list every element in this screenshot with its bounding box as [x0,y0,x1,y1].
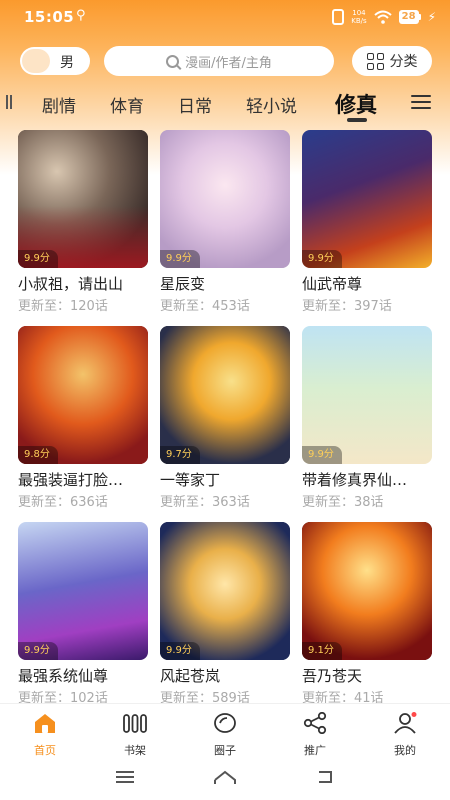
charging-icon: ⚡ [427,10,436,24]
rating-badge: 9.1分 [302,642,342,660]
comic-card[interactable]: 9.9分 小叔祖，请出山 更新至：120话 [18,130,148,316]
search-icon [166,54,180,68]
comic-title: 小叔祖，请出山 [18,275,124,293]
comic-title: 吾乃苍天 [302,667,363,685]
comic-title: 最强装逼打脸… [18,471,124,489]
circle-icon [214,713,236,733]
comic-update: 更新至：38话 [302,495,384,510]
tab-daily[interactable]: 日常 [178,92,212,117]
search-placeholder: 漫画/作者/主角 [185,55,272,71]
search-input[interactable]: 漫画/作者/主角 [104,46,334,76]
nav-bookshelf[interactable]: 书架 [105,712,165,757]
genre-tab-bar: 剧情 体育 日常 轻小说 修真 [0,86,450,122]
tab-light-novel[interactable]: 轻小说 [246,92,297,117]
tab-drama[interactable]: 剧情 [42,92,76,117]
comic-cover[interactable]: 9.8分 [18,326,148,464]
comic-card[interactable]: 9.9分 星辰变 更新至：453话 [160,130,290,316]
home-icon [35,714,55,733]
comic-title: 仙武帝尊 [302,275,363,293]
toggle-knob [22,49,50,73]
comic-card[interactable]: 9.9分 仙武帝尊 更新至：397话 [302,130,432,316]
comic-update: 更新至：363话 [160,495,250,510]
comic-cover[interactable]: 9.9分 [18,130,148,268]
wifi-icon [373,10,392,24]
nav-label: 圈子 [214,744,236,757]
comic-card[interactable]: 9.1分 吾乃苍天 更新至：41话 [302,522,432,708]
comic-title: 风起苍岚 [160,667,221,685]
nav-share[interactable]: 推广 [285,711,345,757]
nav-label: 首页 [34,744,56,757]
usb-icon: ⚲ [76,8,86,23]
comic-cover[interactable]: 9.9分 [160,130,290,268]
recent-apps-icon[interactable] [116,770,134,784]
rating-badge: 9.9分 [18,642,58,660]
comic-update: 更新至：120话 [18,299,108,314]
tab-partial-hidden[interactable] [6,95,12,109]
share-icon [303,711,327,735]
rating-badge: 9.8分 [18,446,58,464]
gender-label: 男 [60,55,74,71]
status-bar: 15:05 ⚲ 104 KB/s 28 ⚡ [0,0,450,34]
comic-cover[interactable]: 9.9分 [160,522,290,660]
active-tab-indicator [347,118,367,122]
rating-badge: 9.9分 [160,250,200,268]
battery-level: 28 [398,10,419,24]
comic-update: 更新至：453话 [160,299,250,314]
notification-dot [411,712,417,717]
gender-toggle[interactable]: 男 [20,47,90,75]
comic-title: 最强系统仙尊 [18,667,109,685]
nav-profile[interactable]: 我的 [375,712,435,757]
comic-cover[interactable]: 9.9分 [302,326,432,464]
vibrate-icon [332,9,345,25]
comic-card[interactable]: 9.7分 一等家丁 更新至：363话 [160,326,290,512]
rating-badge: 9.7分 [160,446,200,464]
menu-icon[interactable] [411,95,431,109]
nav-label: 我的 [394,744,416,757]
comic-card[interactable]: 9.9分 最强系统仙尊 更新至：102话 [18,522,148,708]
comic-cover[interactable]: 9.1分 [302,522,432,660]
category-label: 分类 [389,54,418,70]
comic-update: 更新至：397话 [302,299,392,314]
comic-title: 星辰变 [160,275,206,293]
rating-badge: 9.9分 [302,446,342,464]
rating-badge: 9.9分 [302,250,342,268]
comic-update: 更新至：636话 [18,495,108,510]
rating-badge: 9.9分 [18,250,58,268]
rating-badge: 9.9分 [160,642,200,660]
battery-icon: 28 [398,10,421,24]
bottom-nav: 首页 书架 圈子 推广 我的 [0,703,450,758]
comic-cover[interactable]: 9.7分 [160,326,290,464]
comic-cover[interactable]: 9.9分 [302,130,432,268]
status-time: 15:05 [24,8,75,26]
nav-circle[interactable]: 圈子 [195,712,255,757]
nav-home[interactable]: 首页 [15,712,75,757]
tab-sports[interactable]: 体育 [110,92,144,117]
home-button-icon[interactable] [214,770,236,786]
nav-label: 书架 [124,744,146,757]
profile-icon [394,712,417,734]
comic-title: 一等家丁 [160,471,221,489]
comic-card[interactable]: 9.8分 最强装逼打脸… 更新至：636话 [18,326,148,512]
network-speed: 104 KB/s [351,9,367,25]
grid-icon [366,52,384,70]
system-nav-bar [0,758,450,800]
nav-label: 推广 [304,744,326,757]
comic-cover[interactable]: 9.9分 [18,522,148,660]
category-button[interactable]: 分类 [352,46,432,76]
comic-title: 带着修真界仙… [302,471,408,489]
comic-card[interactable]: 9.9分 风起苍岚 更新至：589话 [160,522,290,708]
back-icon[interactable] [316,770,334,784]
tab-cultivation[interactable]: 修真 [335,89,377,119]
bookshelf-icon [123,714,147,733]
comic-card[interactable]: 9.9分 带着修真界仙… 更新至：38话 [302,326,432,512]
